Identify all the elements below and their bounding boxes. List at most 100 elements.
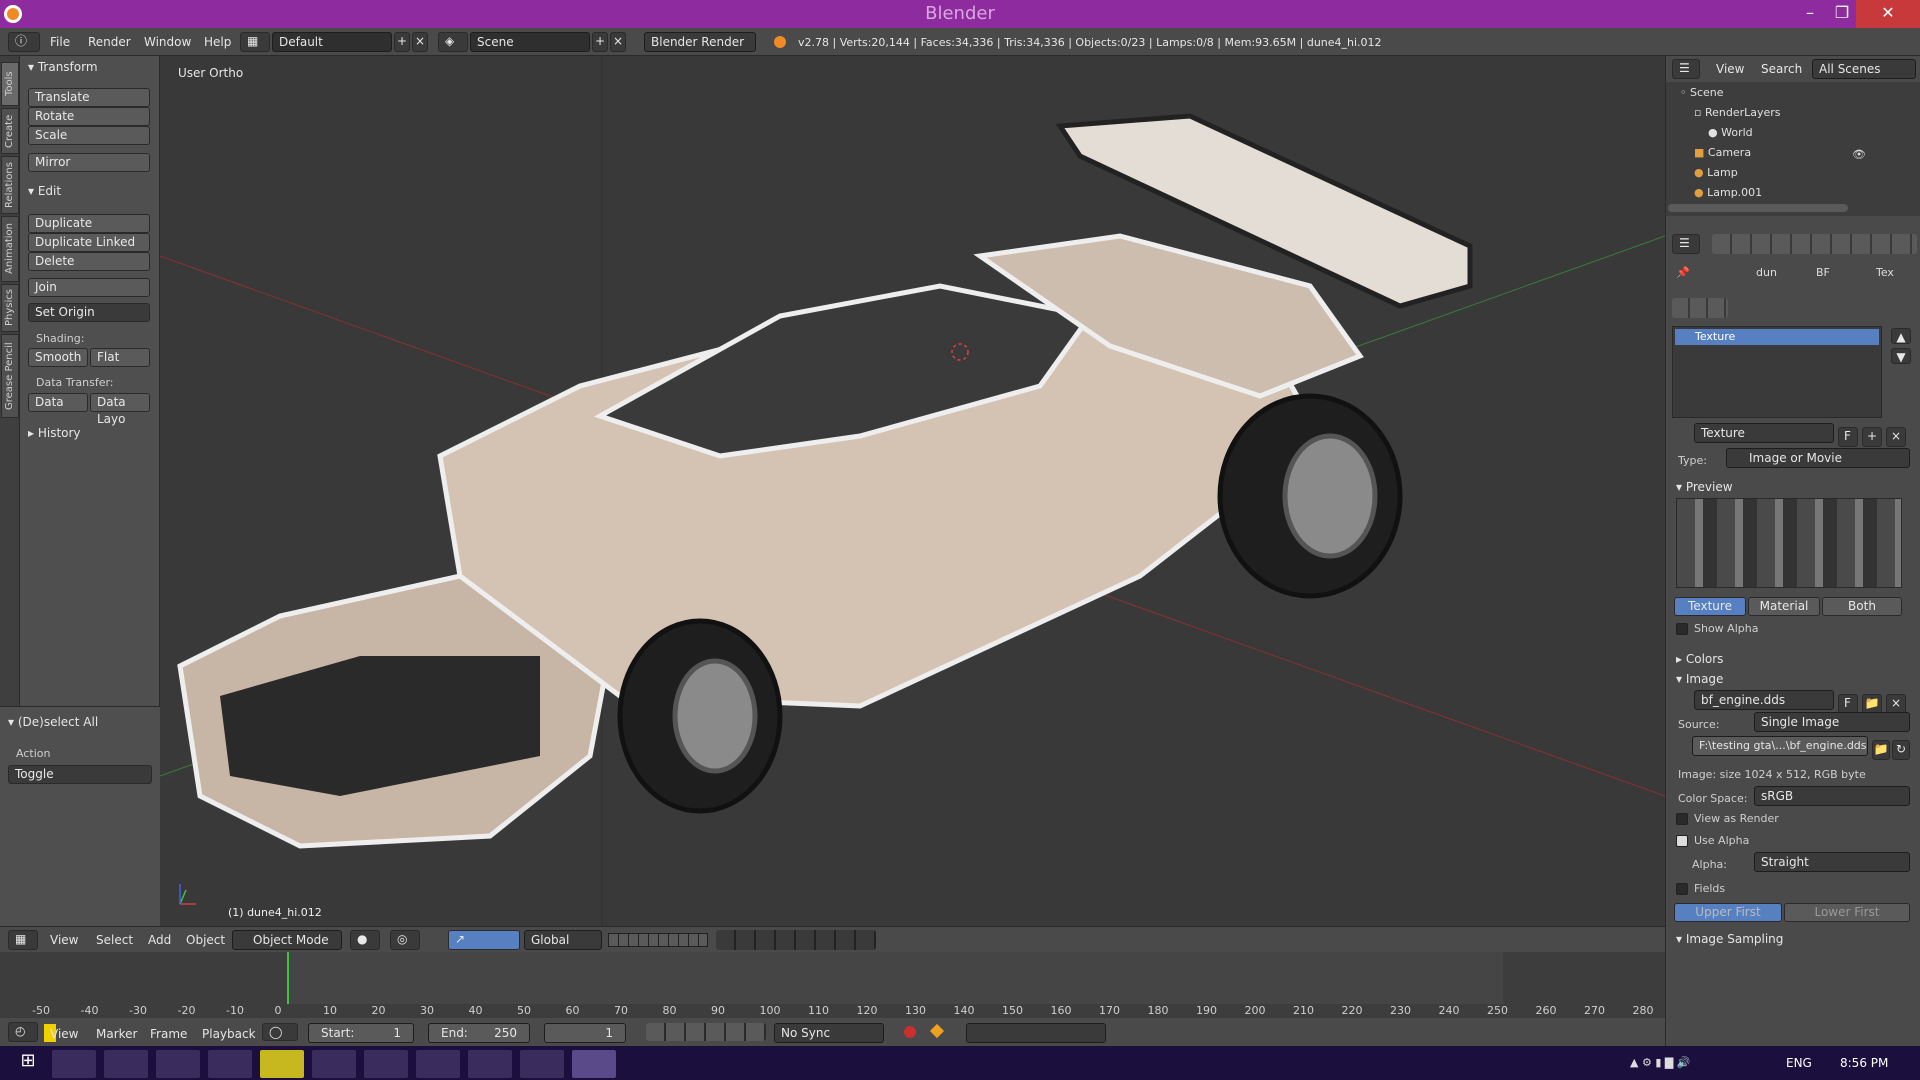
playback-controls-icon[interactable]: [646, 1023, 766, 1041]
preview-tab-texture[interactable]: Texture: [1674, 597, 1746, 616]
flat-button[interactable]: Flat: [90, 348, 150, 367]
tab-animation[interactable]: Animation: [1, 216, 19, 282]
outliner-item-lamp[interactable]: ● Lamp: [1694, 164, 1738, 182]
remove-layout-icon[interactable]: ×: [412, 32, 428, 52]
preview-tab-material[interactable]: Material: [1748, 597, 1820, 616]
outliner-scrollbar[interactable]: [1668, 204, 1848, 212]
image-fake-user-button[interactable]: F: [1838, 694, 1858, 714]
blender-taskbar-icon[interactable]: [572, 1050, 616, 1078]
colorspace-select[interactable]: sRGB: [1754, 786, 1910, 806]
texture-new-icon[interactable]: +: [1862, 427, 1882, 447]
smooth-button[interactable]: Smooth: [28, 348, 88, 367]
end-frame-field[interactable]: End: 250: [428, 1023, 530, 1043]
image-name-field[interactable]: bf_engine.dds: [1694, 690, 1834, 710]
image-open-icon[interactable]: 📁: [1862, 694, 1882, 714]
edit-panel-header[interactable]: ▾ Edit: [28, 184, 61, 198]
tab-tools[interactable]: Tools: [1, 62, 19, 106]
render-engine-select[interactable]: Blender Render: [644, 32, 756, 52]
texture-fake-user-button[interactable]: F: [1838, 427, 1858, 447]
vp-menu-select[interactable]: Select: [96, 933, 133, 947]
preview-tab-both[interactable]: Both: [1822, 597, 1902, 616]
app-n-icon[interactable]: [520, 1050, 564, 1078]
show-alpha-check-icon[interactable]: [1676, 623, 1688, 635]
texture-slot-list[interactable]: Texture: [1672, 326, 1882, 418]
fields-check-icon[interactable]: [1676, 883, 1688, 895]
clock[interactable]: 8:56 PM: [1840, 1056, 1888, 1070]
alpha-mode-select[interactable]: Straight: [1754, 852, 1910, 872]
3d-viewport[interactable]: User Ortho (1) dune4_hi.012: [160, 56, 1665, 926]
upper-first-button[interactable]: Upper First: [1674, 903, 1782, 922]
viewport-shading-icon[interactable]: ●: [350, 930, 380, 950]
show-alpha-checkbox[interactable]: Show Alpha: [1676, 622, 1758, 635]
add-layout-icon[interactable]: +: [394, 32, 410, 52]
pivot-point-icon[interactable]: ◎: [390, 930, 420, 950]
outliner-menu-view[interactable]: View: [1716, 62, 1744, 76]
reload-icon[interactable]: ↻: [1892, 740, 1910, 760]
tl-menu-playback[interactable]: Playback: [202, 1027, 256, 1041]
system-tray-icons[interactable]: ▲ ⚙ ▮ ▇ 🔊: [1630, 1056, 1770, 1070]
outliner-item-scene[interactable]: ◦ Scene: [1680, 84, 1724, 102]
mirror-button[interactable]: Mirror: [28, 153, 150, 172]
use-alpha-checkbox[interactable]: Use Alpha: [1676, 834, 1749, 847]
terminal-icon[interactable]: [364, 1050, 408, 1078]
image-section-header[interactable]: ▾ Image: [1676, 672, 1723, 686]
view-as-render-checkbox[interactable]: View as Render: [1676, 812, 1779, 825]
outliner-filter-select[interactable]: All Scenes: [1812, 59, 1916, 79]
slot-move-down-icon[interactable]: ▼: [1891, 348, 1911, 364]
layout-icon[interactable]: ▦: [240, 32, 270, 52]
view-as-render-check-icon[interactable]: [1676, 813, 1688, 825]
transform-orientation-select[interactable]: Global: [524, 930, 602, 950]
timeline-editor-type-icon[interactable]: ◴: [8, 1022, 38, 1042]
keyframe-icon[interactable]: [929, 1023, 945, 1039]
image-unlink-icon[interactable]: ×: [1886, 694, 1906, 714]
texture-context-icons[interactable]: [1672, 298, 1728, 318]
tl-menu-view[interactable]: View: [50, 1027, 78, 1041]
timeline-area[interactable]: -50 -40 -30 -20 -10 0 10 20 30 40 50 60 70 80 90 100 110…: [0, 952, 1665, 1018]
snap-tools-icon[interactable]: [716, 930, 876, 950]
preview-section-header[interactable]: ▾ Preview: [1676, 480, 1733, 494]
tab-create[interactable]: Create: [1, 108, 19, 154]
set-origin-select[interactable]: Set Origin: [28, 303, 150, 322]
history-panel-header[interactable]: ▸ History: [28, 426, 81, 440]
tl-menu-frame[interactable]: Frame: [150, 1027, 187, 1041]
remove-scene-icon[interactable]: ×: [610, 32, 626, 52]
start-frame-field[interactable]: Start: 1: [308, 1023, 414, 1043]
scale-button[interactable]: Scale: [28, 126, 150, 145]
fields-checkbox[interactable]: Fields: [1676, 882, 1725, 895]
current-frame-field[interactable]: 1: [544, 1023, 626, 1043]
rotate-button[interactable]: Rotate: [28, 107, 150, 126]
transform-panel-header[interactable]: ▾ Transform: [28, 60, 98, 74]
vp-menu-view[interactable]: View: [50, 933, 78, 947]
data-layout-button[interactable]: Data Layo: [90, 393, 150, 426]
visibility-eye-icon[interactable]: 👁: [1852, 148, 1866, 161]
add-scene-icon[interactable]: +: [592, 32, 608, 52]
menu-window[interactable]: Window: [144, 35, 191, 49]
outliner-item-camera[interactable]: ■ Camera: [1694, 144, 1751, 162]
properties-editor-type-icon[interactable]: ☰: [1672, 234, 1700, 254]
language-indicator[interactable]: ENG: [1786, 1056, 1812, 1070]
vp-menu-object[interactable]: Object: [186, 933, 225, 947]
action-select[interactable]: Toggle: [8, 765, 152, 784]
source-select[interactable]: Single Image: [1754, 712, 1910, 732]
join-button[interactable]: Join: [28, 278, 150, 297]
texture-slot-active[interactable]: Texture: [1675, 329, 1879, 345]
viewport-editor-type-icon[interactable]: ▦: [8, 930, 38, 950]
record-icon[interactable]: [904, 1026, 916, 1038]
menu-help[interactable]: Help: [204, 35, 231, 49]
game-icon[interactable]: [416, 1050, 460, 1078]
outliner-item-world[interactable]: ● World: [1708, 124, 1753, 142]
colors-section-header[interactable]: ▸ Colors: [1676, 652, 1723, 666]
filepath-field[interactable]: F:\testing gta\...\bf_engine.dds: [1692, 736, 1868, 756]
delete-button[interactable]: Delete: [28, 252, 150, 271]
scene-field[interactable]: Scene: [470, 32, 590, 52]
close-icon[interactable]: ✕: [1856, 0, 1920, 28]
slot-move-up-icon[interactable]: ▲: [1891, 328, 1911, 344]
outliner-menu-search[interactable]: Search: [1761, 62, 1802, 76]
duplicate-linked-button[interactable]: Duplicate Linked: [28, 233, 150, 252]
tl-menu-marker[interactable]: Marker: [96, 1027, 137, 1041]
tab-grease-pencil[interactable]: Grease Pencil: [1, 334, 19, 418]
tab-relations[interactable]: Relations: [1, 156, 19, 214]
vp-menu-add[interactable]: Add: [148, 933, 171, 947]
pin-icon[interactable]: 📌: [1676, 266, 1690, 279]
keying-icon[interactable]: ◯: [262, 1023, 298, 1041]
